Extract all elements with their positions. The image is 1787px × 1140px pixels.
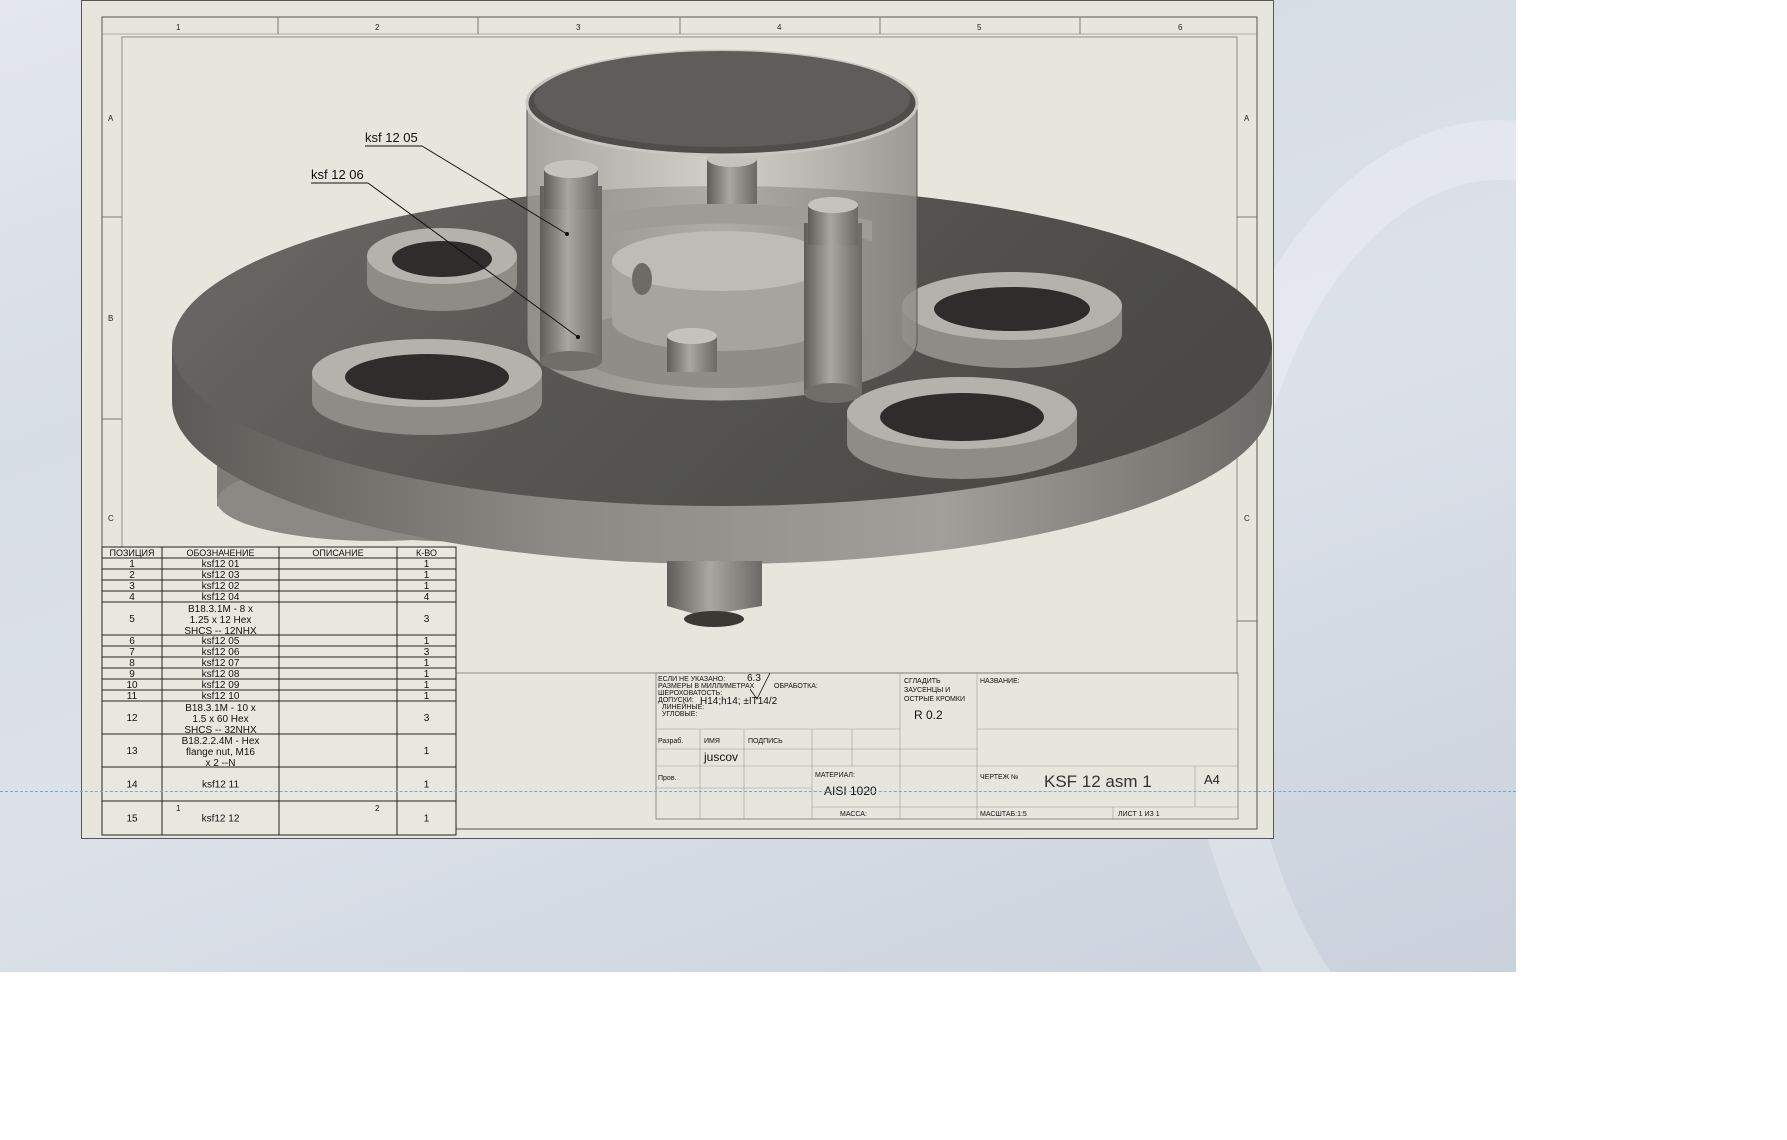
developer-name: juscov (703, 750, 738, 764)
bom-cell-designation: ksf12 06 (202, 647, 240, 658)
bom-cell-position: 12 (126, 713, 138, 724)
bom-cell-qty: 1 (424, 680, 430, 691)
bom-cell-position: 14 (126, 780, 138, 791)
bom-cell-position: 2 (129, 570, 135, 581)
boss-right-back (902, 272, 1122, 368)
deburr-label-2: ОСТРЫЕ КРОМКИ (904, 696, 965, 703)
bom-cell-position: 15 (126, 814, 138, 825)
boss-right-front (847, 377, 1077, 479)
tb-note-1: РАЗМЕРЫ В МИЛЛИМЕТРАХ (658, 683, 755, 690)
tolerance-value: H14;h14; ±IT14/2 (700, 696, 778, 707)
bom-cell-designation: ksf12 08 (202, 669, 240, 680)
title-block: ЕСЛИ НЕ УКАЗАНО: РАЗМЕРЫ В МИЛЛИМЕТРАХ Ш… (655, 672, 1239, 820)
bom-header-description: ОПИСАНИЕ (312, 548, 363, 558)
post-left (540, 160, 602, 371)
drawing-no-label: ЧЕРТЕЖ № (980, 774, 1019, 781)
bom-cell-designation: ksf12 01 (202, 559, 240, 570)
bom-cell-qty: 3 (424, 713, 430, 724)
mass-label: МАССА: (840, 811, 867, 818)
bom-cell-designation: ksf12 05 (202, 636, 240, 647)
tb-note-5: УГЛОВЫЕ: (662, 711, 697, 718)
callout-label: ksf 12 05 (365, 130, 418, 145)
bom-cell-designation: ksf12 12 (202, 814, 240, 825)
col-developer: Разраб. (658, 737, 683, 745)
bom-cell-qty: 1 (424, 570, 430, 581)
bom-cell-designation: ksf12 11 (202, 780, 239, 791)
boss-left-back (367, 228, 517, 311)
bom-header-qty: К-ВО (416, 548, 437, 558)
deburr-label-1: ЗАУСЕНЦЫ И (904, 687, 950, 694)
bom-cell-qty: 1 (424, 746, 430, 757)
bom-cell-position: 4 (129, 592, 135, 603)
bom-cell-designation: ksf12 03 (202, 570, 240, 581)
bom-cell-designation: B18.3.1M - 10 x 1.5 x 60 Hex SHCS -- 32NHX (184, 703, 257, 736)
bom-header-designation: ОБОЗНАЧЕНИЕ (186, 548, 254, 558)
drawing-sheet[interactable]: 1 2 3 4 5 6 A B C D A B C (81, 0, 1274, 839)
bom-cell-designation: ksf12 10 (202, 691, 240, 702)
bom-cell-qty: 1 (424, 636, 430, 647)
bom-cell-position: 3 (129, 581, 135, 592)
bom-cell-designation: ksf12 02 (202, 581, 240, 592)
bom-cell-qty: 1 (424, 780, 430, 791)
callout-label: ksf 12 06 (311, 167, 364, 182)
bom-cell-position: 13 (126, 746, 138, 757)
zone-top-6: 6 (1178, 23, 1183, 32)
sheet-label: ЛИСТ 1 ИЗ 1 (1118, 811, 1160, 818)
bom-cell-qty: 1 (424, 691, 430, 702)
bom-cell-qty: 4 (424, 592, 430, 603)
bom-cell-qty: 3 (424, 614, 430, 625)
assembly-model-view[interactable] (172, 49, 1272, 627)
zone-top-1: 1 (176, 23, 181, 32)
bom-cell-position: 5 (129, 614, 135, 625)
zone-top-5: 5 (977, 23, 982, 32)
zone-top-2: 2 (375, 23, 380, 32)
check-label: Пров. (658, 775, 677, 782)
zone-left-a: A (108, 114, 114, 123)
bom-cell-designation: ksf12 07 (202, 658, 240, 669)
name-label: НАЗВАНИЕ: (980, 678, 1020, 685)
bom-cell-qty: 1 (424, 658, 430, 669)
bom-cell-qty: 1 (424, 559, 430, 570)
boss-left-front (312, 339, 542, 435)
zone-mark-2: 2 (375, 804, 380, 813)
bom-cell-qty: 1 (424, 581, 430, 592)
post-right (804, 197, 862, 403)
bom-cell-position: 1 (129, 559, 135, 570)
zone-right-a: A (1244, 114, 1250, 123)
format-size: A4 (1204, 772, 1220, 787)
deburr-value: R 0.2 (914, 708, 943, 722)
tb-note-4: ЛИНЕЙНЫЕ: (662, 702, 704, 711)
bom-cell-designation: B18.3.1M - 8 x 1.25 x 12 Hex SHCS -- 12NHX (184, 604, 257, 637)
drawing-number: KSF 12 asm 1 (1044, 772, 1152, 791)
material-label: МАТЕРИАЛ: (815, 772, 855, 779)
scale-label: МАСШТАБ:1:5 (980, 811, 1027, 818)
bom-cell-qty: 3 (424, 647, 430, 658)
zone-mark-1: 1 (176, 804, 181, 813)
bom-header-position: ПОЗИЦИЯ (110, 548, 155, 558)
bom-cell-designation: ksf12 09 (202, 680, 240, 691)
zone-left-c: C (108, 514, 114, 523)
bom-cell-position: 10 (126, 680, 138, 691)
tb-note-0: ЕСЛИ НЕ УКАЗАНО: (658, 676, 725, 683)
tb-note-3: ДОПУСКИ: (658, 697, 694, 704)
bom-cell-designation: ksf12 04 (202, 592, 240, 603)
bom-cell-position: 6 (129, 636, 135, 647)
zone-top-3: 3 (576, 23, 581, 32)
bom-cell-position: 8 (129, 658, 135, 669)
bom-cell-qty: 1 (424, 814, 430, 825)
zone-left-b: B (108, 314, 113, 323)
bom-cell-position: 9 (129, 669, 135, 680)
zone-top-4: 4 (777, 23, 782, 32)
zone-right-c: C (1244, 514, 1250, 523)
bom-cell-qty: 1 (424, 669, 430, 680)
bom-cell-position: 11 (127, 691, 138, 702)
roughness-value: 6.3 (747, 673, 761, 684)
snap-guide-line (0, 791, 1516, 792)
col-signature: ПОДПИСЬ (748, 738, 783, 745)
col-name: ИМЯ (704, 738, 720, 745)
processing-label: ОБРАБОТКА: (774, 683, 818, 690)
bom-cell-position: 7 (129, 647, 135, 658)
deburr-label-0: СГЛАДИТЬ (904, 678, 941, 685)
drawing-canvas: 1 2 3 4 5 6 A B C D A B C (101, 16, 1272, 836)
